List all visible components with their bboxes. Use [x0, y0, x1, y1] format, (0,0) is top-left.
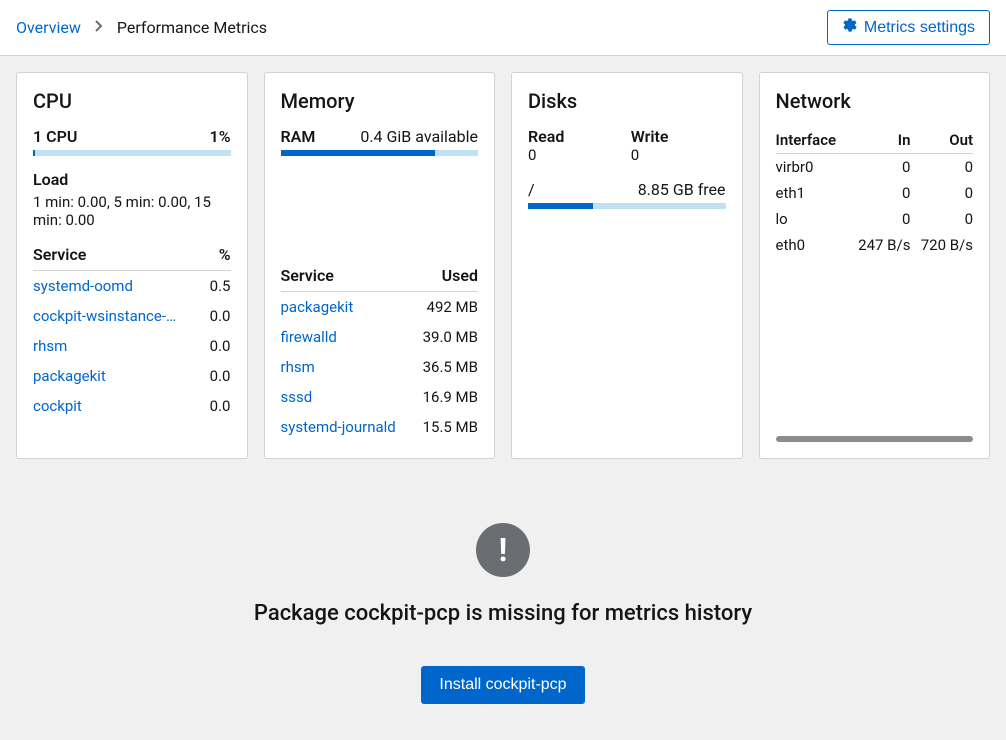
- service-pct: 0.0: [206, 391, 230, 421]
- memory-card: Memory RAM 0.4 GiB available Service Use…: [264, 72, 496, 459]
- table-row: eth0247 B/s720 B/s: [776, 232, 974, 258]
- service-link[interactable]: sssd: [281, 388, 414, 406]
- table-row: systemd-journald15.5 MB: [281, 412, 479, 442]
- breadcrumb-current: Performance Metrics: [117, 18, 267, 37]
- service-pct: 0.0: [206, 331, 230, 361]
- service-link[interactable]: packagekit: [281, 298, 414, 316]
- gear-icon: [842, 17, 858, 38]
- disk-write-label: Write: [631, 127, 726, 146]
- disk-progress: [528, 203, 726, 209]
- cpu-load-text: 1 min: 0.00, 5 min: 0.00, 15 min: 0.00: [33, 193, 231, 229]
- memory-service-header: Service: [281, 260, 414, 292]
- memory-title: Memory: [281, 89, 479, 113]
- disk-read-value: 0: [528, 146, 623, 164]
- net-out: 0: [910, 180, 973, 206]
- service-pct: 0.0: [206, 361, 230, 391]
- scrollbar[interactable]: [776, 436, 974, 442]
- net-in: 0: [848, 180, 911, 206]
- net-out: 0: [910, 154, 973, 181]
- memory-ram-label: RAM: [281, 127, 316, 146]
- service-link[interactable]: rhsm: [281, 358, 414, 376]
- breadcrumb-overview-link[interactable]: Overview: [16, 18, 81, 37]
- table-row: systemd-oomd 0.5: [33, 271, 231, 302]
- memory-available-label: 0.4 GiB available: [360, 127, 478, 146]
- service-link[interactable]: firewalld: [281, 328, 414, 346]
- cpu-progress: [33, 150, 231, 156]
- net-iface: lo: [776, 206, 848, 232]
- service-link[interactable]: systemd-oomd: [33, 277, 183, 295]
- network-title: Network: [776, 89, 974, 113]
- disks-title: Disks: [528, 89, 726, 113]
- disk-write-value: 0: [631, 146, 726, 164]
- cpu-count-label: 1 CPU: [33, 127, 77, 146]
- memory-service-table: Service Used packagekit492 MBfirewalld39…: [281, 260, 479, 442]
- table-row: eth100: [776, 180, 974, 206]
- chevron-right-icon: [95, 20, 103, 35]
- table-row: firewalld39.0 MB: [281, 322, 479, 352]
- table-row: virbr000: [776, 154, 974, 181]
- table-row: packagekit 0.0: [33, 361, 231, 391]
- network-in-header: In: [848, 127, 911, 154]
- empty-state-title: Package cockpit-pcp is missing for metri…: [36, 601, 970, 626]
- network-table: Interface In Out virbr000eth100lo00eth02…: [776, 127, 974, 258]
- service-link[interactable]: packagekit: [33, 367, 183, 385]
- net-in: 0: [848, 154, 911, 181]
- network-card: Network Interface In Out virbr000eth100l…: [759, 72, 991, 459]
- header-bar: Overview Performance Metrics Metrics set…: [0, 0, 1006, 56]
- disk-read-label: Read: [528, 127, 623, 146]
- net-in: 0: [848, 206, 911, 232]
- service-link[interactable]: rhsm: [33, 337, 183, 355]
- network-iface-header: Interface: [776, 127, 848, 154]
- table-row: cockpit 0.0: [33, 391, 231, 421]
- cpu-card: CPU 1 CPU 1% Load 1 min: 0.00, 5 min: 0.…: [16, 72, 248, 459]
- cpu-load-label: Load: [33, 170, 231, 189]
- service-used: 39.0 MB: [414, 322, 478, 352]
- table-row: lo00: [776, 206, 974, 232]
- metrics-settings-button[interactable]: Metrics settings: [827, 10, 990, 45]
- empty-state: ! Package cockpit-pcp is missing for met…: [16, 483, 990, 724]
- table-row: cockpit-wsinstance-htt... 0.0: [33, 301, 231, 331]
- network-out-header: Out: [910, 127, 973, 154]
- service-used: 36.5 MB: [414, 352, 478, 382]
- exclamation-icon: !: [476, 523, 530, 577]
- disk-mount-label: /: [528, 180, 535, 199]
- cpu-service-table: Service % systemd-oomd0.5cockpit-wsinsta…: [33, 239, 231, 421]
- cpu-pct-header: %: [206, 239, 230, 271]
- net-in: 247 B/s: [848, 232, 911, 258]
- table-row: packagekit492 MB: [281, 292, 479, 323]
- net-iface: eth0: [776, 232, 848, 258]
- net-out: 720 B/s: [910, 232, 973, 258]
- net-out: 0: [910, 206, 973, 232]
- cpu-service-header: Service: [33, 239, 206, 271]
- service-link[interactable]: cockpit: [33, 397, 183, 415]
- disk-free-label: 8.85 GB free: [638, 180, 726, 199]
- service-used: 16.9 MB: [414, 382, 478, 412]
- service-pct: 0.0: [206, 301, 230, 331]
- service-used: 492 MB: [414, 292, 478, 323]
- service-link[interactable]: cockpit-wsinstance-htt...: [33, 307, 183, 325]
- metrics-settings-label: Metrics settings: [864, 19, 975, 37]
- table-row: rhsm36.5 MB: [281, 352, 479, 382]
- cpu-percent-label: 1%: [210, 127, 231, 146]
- install-cockpit-pcp-button[interactable]: Install cockpit-pcp: [421, 666, 584, 704]
- table-row: sssd16.9 MB: [281, 382, 479, 412]
- service-link[interactable]: systemd-journald: [281, 418, 414, 436]
- cpu-title: CPU: [33, 89, 231, 113]
- net-iface: eth1: [776, 180, 848, 206]
- breadcrumb: Overview Performance Metrics: [16, 18, 267, 37]
- memory-used-header: Used: [414, 260, 478, 292]
- net-iface: virbr0: [776, 154, 848, 181]
- service-pct: 0.5: [206, 271, 230, 302]
- table-row: rhsm 0.0: [33, 331, 231, 361]
- memory-progress: [281, 150, 479, 156]
- service-used: 15.5 MB: [414, 412, 478, 442]
- disks-card: Disks Read 0 Write 0 / 8.85 GB free: [511, 72, 743, 459]
